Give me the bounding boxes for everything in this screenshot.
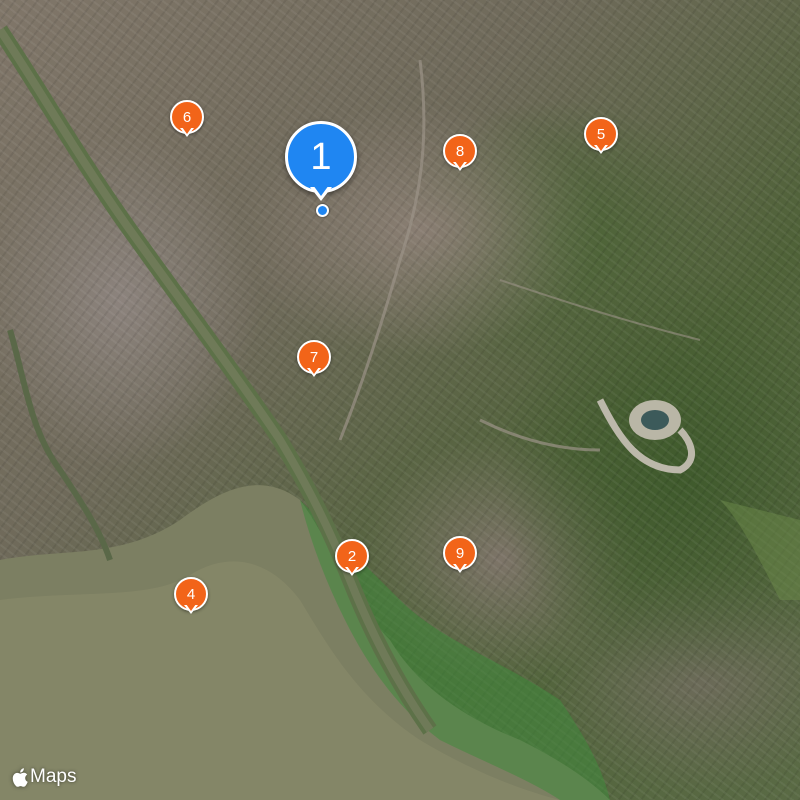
pin-tail (453, 161, 467, 171)
pin-tail (453, 563, 467, 573)
road (479, 418, 601, 452)
pin-tail (310, 185, 332, 201)
map-pin-9[interactable]: 9 (443, 536, 477, 582)
map-pin-7[interactable]: 7 (297, 340, 331, 386)
map-pin-8[interactable]: 8 (443, 134, 477, 180)
road (338, 59, 426, 441)
maps-attribution[interactable]: Maps (12, 766, 76, 788)
quarry-water (641, 410, 669, 430)
pin-label-1: 1 (285, 121, 357, 193)
pin-tail (307, 367, 321, 377)
satellite-map[interactable]: 1 2 4 5 6 7 8 9 Maps (0, 0, 800, 800)
terrain-layer (0, 25, 800, 800)
map-pin-2[interactable]: 2 (335, 539, 369, 585)
road (499, 279, 701, 341)
map-pin-1[interactable]: 1 (285, 121, 359, 217)
map-pin-6[interactable]: 6 (170, 100, 204, 146)
pin-location-dot (316, 204, 329, 217)
pin-tail (594, 144, 608, 154)
west-river (7, 329, 113, 561)
map-pin-5[interactable]: 5 (584, 117, 618, 163)
map-pin-4[interactable]: 4 (174, 577, 208, 623)
pin-tail (345, 566, 359, 576)
apple-logo-icon (12, 767, 28, 787)
maps-attribution-text: Maps (30, 766, 77, 787)
pin-tail (180, 127, 194, 137)
golf-course (720, 500, 800, 600)
pin-tail (184, 604, 198, 614)
